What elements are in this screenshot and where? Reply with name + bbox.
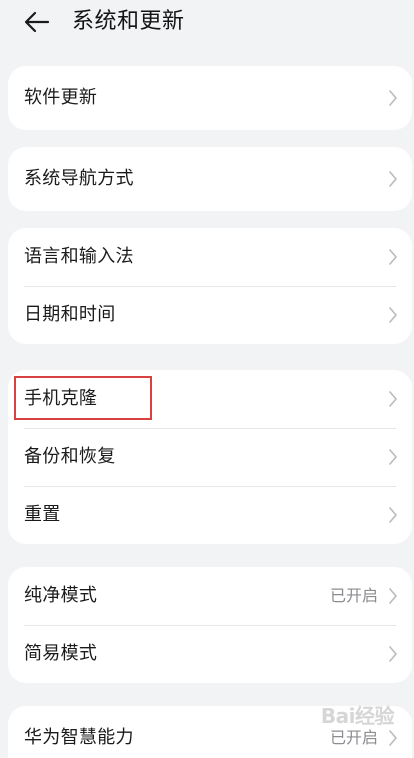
page-title: 系统和更新	[72, 9, 185, 34]
settings-item-language-input[interactable]: 语言和输入法	[8, 228, 412, 286]
settings-item-label: 华为智慧能力	[24, 727, 134, 748]
settings-group-modes: 纯净模式 已开启 简易模式	[8, 567, 412, 683]
settings-item-phone-clone[interactable]: 手机克隆	[8, 370, 412, 428]
chevron-right-icon	[389, 588, 397, 604]
settings-item-reset[interactable]: 重置	[8, 486, 412, 544]
chevron-right-icon	[389, 249, 397, 265]
settings-item-label: 备份和恢复	[24, 446, 116, 467]
settings-group-clone-backup-reset: 手机克隆 备份和恢复 重置	[8, 370, 412, 544]
chevron-right-icon	[389, 171, 397, 187]
settings-item-software-update[interactable]: 软件更新	[8, 66, 412, 130]
chevron-right-icon	[389, 449, 397, 465]
chevron-right-icon	[389, 646, 397, 662]
settings-item-status: 已开启	[329, 586, 378, 605]
settings-item-date-time[interactable]: 日期和时间	[8, 286, 412, 344]
settings-item-label: 重置	[24, 504, 61, 525]
settings-item-simple-mode[interactable]: 简易模式	[8, 625, 412, 683]
settings-item-label: 纯净模式	[24, 585, 98, 606]
settings-item-label: 手机克隆	[24, 388, 98, 409]
settings-item-label: 日期和时间	[24, 304, 116, 325]
settings-item-huawei-intelligence[interactable]: 华为智慧能力 已开启	[8, 706, 412, 758]
settings-group-language-date: 语言和输入法 日期和时间	[8, 228, 412, 344]
back-button[interactable]	[20, 6, 54, 38]
settings-item-pure-mode[interactable]: 纯净模式 已开启	[8, 567, 412, 625]
chevron-right-icon	[389, 507, 397, 523]
settings-item-label: 语言和输入法	[24, 246, 134, 267]
settings-group-huawei-intelligence: 华为智慧能力 已开启	[8, 706, 412, 758]
chevron-right-icon	[389, 730, 397, 746]
app-header: 系统和更新	[0, 0, 414, 46]
settings-item-label: 简易模式	[24, 643, 98, 664]
settings-item-system-navigation[interactable]: 系统导航方式	[8, 147, 412, 211]
chevron-right-icon	[389, 391, 397, 407]
arrow-left-icon	[24, 11, 50, 33]
settings-item-backup-restore[interactable]: 备份和恢复	[8, 428, 412, 486]
settings-item-label: 软件更新	[24, 87, 98, 108]
settings-group-software-update: 软件更新	[8, 66, 412, 130]
chevron-right-icon	[389, 90, 397, 106]
settings-item-label: 系统导航方式	[24, 168, 134, 189]
settings-group-navigation: 系统导航方式	[8, 147, 412, 211]
chevron-right-icon	[389, 307, 397, 323]
settings-item-status: 已开启	[329, 728, 378, 747]
